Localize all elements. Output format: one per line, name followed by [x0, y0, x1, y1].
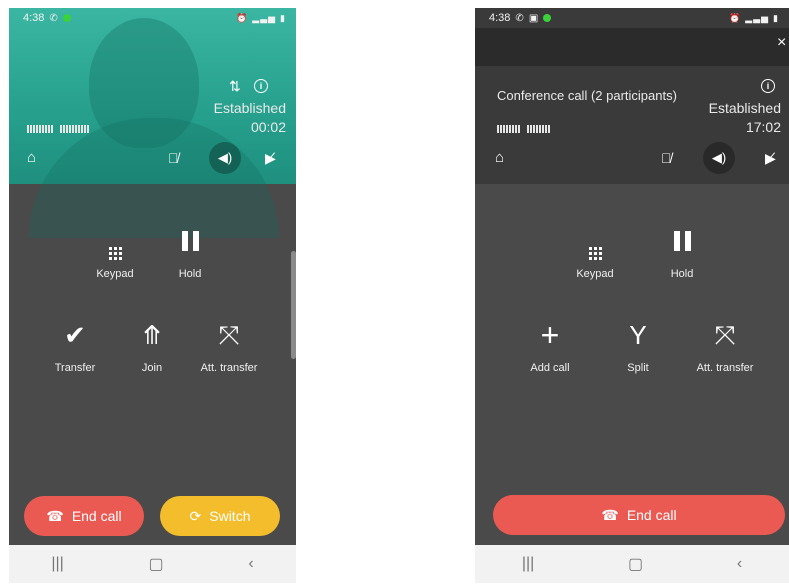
status-bar: 4:38 ✆ ▣ ⏰ ▂▃▅ ▮ [475, 8, 789, 28]
info-icon[interactable]: i [761, 79, 775, 93]
end-call-label: End call [626, 507, 677, 523]
conference-title: Conference call (2 participants) [497, 88, 677, 103]
back-icon[interactable]: ‹ [248, 555, 253, 573]
battery-icon: ▮ [773, 12, 779, 23]
merge-icon[interactable]: ⇅ [229, 79, 241, 93]
back-icon[interactable]: ‹ [737, 555, 742, 573]
end-call-button[interactable]: ☎ End call [493, 495, 785, 535]
call-timer: 17:02 [745, 119, 781, 135]
call-timer: 00:02 [250, 119, 286, 135]
hold-label: Hold [670, 268, 694, 280]
end-call-label: End call [71, 508, 122, 524]
att-transfer-button[interactable]: ⤧ Att. transfer [675, 320, 775, 374]
split-button[interactable]: Y Split [588, 320, 688, 374]
status-time: 4:38 [23, 12, 45, 24]
call-status: Established [708, 100, 781, 116]
phone-icon: ✆ [49, 12, 58, 24]
home-nav-icon[interactable]: ▢ [628, 554, 643, 574]
phone-icon: ✆ [515, 12, 524, 24]
scrollbar[interactable] [291, 251, 296, 359]
att-transfer-icon: ⤧ [714, 320, 736, 350]
home-nav-icon[interactable]: ▢ [149, 554, 164, 574]
hold-button[interactable]: Hold [140, 226, 240, 280]
phone-screen-right: 4:38 ✆ ▣ ⏰ ▂▃▅ ▮ × Conference call (2 pa… [475, 8, 789, 583]
caller-number-masked [27, 125, 89, 133]
alarm-icon: ⏰ [236, 12, 249, 23]
speaker-icon[interactable]: ◀) [703, 142, 735, 174]
active-call-dot [62, 14, 71, 22]
split-icon: Y [629, 320, 647, 350]
home-icon[interactable]: ⌂ [495, 150, 504, 165]
speaker-icon[interactable]: ◀) [209, 142, 241, 174]
battery-icon: ▮ [280, 12, 286, 23]
navigation-bar: ||| ▢ ‹ [9, 545, 296, 583]
phone-screen-left: 4:38 ✆ ⏰ ▂▃▅ ▮ ⇅ i Established 00:02 ⌂ 🎙… [9, 8, 296, 583]
home-icon[interactable]: ⌂ [27, 150, 36, 165]
signal-icon: ▂▃▅ [252, 12, 277, 23]
add-call-label: Add call [530, 362, 570, 374]
add-call-button[interactable]: + Add call [500, 317, 600, 374]
end-call-button[interactable]: ☎ End call [24, 496, 144, 536]
split-label: Split [627, 362, 649, 374]
att-transfer-label: Att. transfer [696, 362, 754, 374]
navigation-bar: ||| ▢ ‹ [475, 545, 789, 583]
switch-icon: ⟳ [189, 507, 202, 524]
signal-icon: ▂▃▅ [745, 12, 770, 23]
pause-icon [140, 226, 240, 256]
att-transfer-label: Att. transfer [200, 362, 258, 374]
caller-number-masked [497, 125, 550, 133]
info-icon[interactable]: i [254, 79, 268, 93]
switch-label: Switch [209, 508, 251, 524]
header-band [475, 28, 789, 66]
hold-button[interactable]: Hold [632, 226, 732, 280]
switch-button[interactable]: ⟳ Switch [160, 496, 280, 536]
video-off-icon[interactable]: ▶̸ [265, 151, 276, 165]
att-transfer-button[interactable]: ⤧ Att. transfer [179, 320, 279, 374]
gallery-icon: ▣ [528, 12, 539, 24]
video-off-icon[interactable]: ▶̸ [765, 151, 776, 165]
status-time: 4:38 [489, 12, 511, 24]
call-header: 4:38 ✆ ⏰ ▂▃▅ ▮ ⇅ i Established 00:02 ⌂ 🎙… [9, 8, 296, 238]
keypad-label: Keypad [576, 268, 614, 280]
recent-apps-icon[interactable]: ||| [51, 555, 63, 573]
recent-apps-icon[interactable]: ||| [522, 555, 534, 573]
hangup-icon: ☎ [46, 507, 64, 524]
plus-icon: + [540, 317, 560, 353]
mute-icon[interactable]: 🎙̸ [661, 151, 672, 165]
mute-icon[interactable]: 🎙̸ [168, 151, 179, 165]
status-bar: 4:38 ✆ ⏰ ▂▃▅ ▮ [9, 8, 296, 28]
hold-label: Hold [178, 268, 202, 280]
att-transfer-icon: ⤧ [218, 320, 240, 350]
hangup-icon: ☎ [601, 506, 619, 523]
pause-icon [632, 226, 732, 256]
keypad-button[interactable]: Keypad [545, 226, 645, 280]
active-call-dot [543, 14, 552, 22]
close-icon[interactable]: × [777, 35, 786, 51]
alarm-icon: ⏰ [729, 12, 742, 23]
call-header: 4:38 ✆ ▣ ⏰ ▂▃▅ ▮ × Conference call (2 pa… [475, 8, 789, 184]
contact-silhouette-head [89, 18, 199, 148]
keypad-icon [545, 226, 645, 260]
call-status: Established [213, 100, 286, 116]
